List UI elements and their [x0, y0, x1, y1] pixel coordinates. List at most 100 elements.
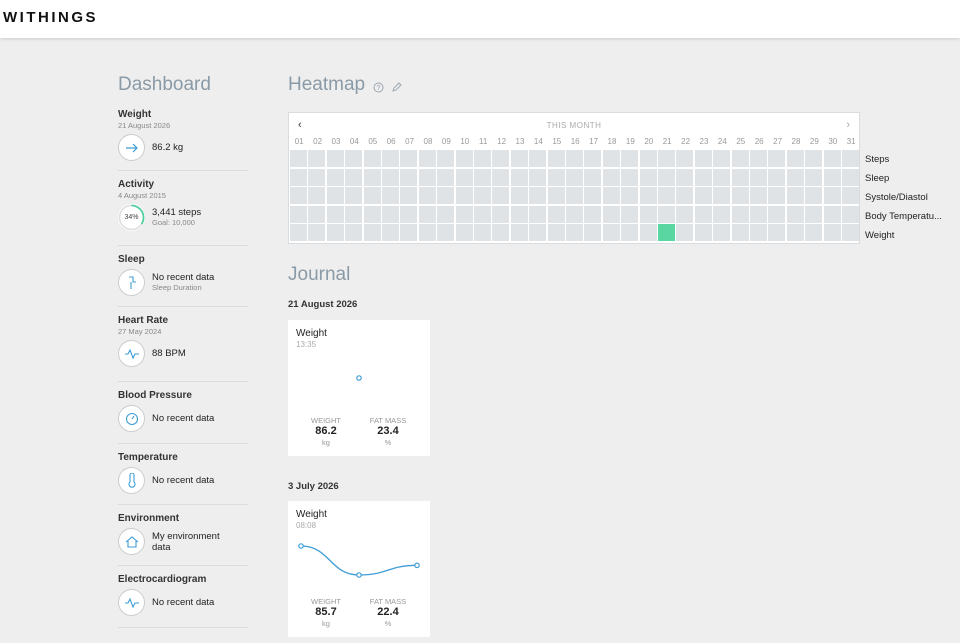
- heatmap-cell[interactable]: [363, 187, 381, 205]
- heatmap-cell[interactable]: [713, 205, 731, 223]
- heatmap-cell[interactable]: [345, 150, 363, 167]
- heatmap-cell[interactable]: [492, 224, 510, 242]
- heatmap-cell[interactable]: [492, 205, 510, 223]
- heatmap-cell[interactable]: [382, 224, 399, 242]
- heatmap-cell[interactable]: [768, 187, 786, 205]
- heatmap-cell[interactable]: [602, 187, 620, 205]
- heatmap-cell[interactable]: [345, 168, 363, 186]
- heatmap-cell[interactable]: [290, 150, 307, 167]
- heatmap-cell[interactable]: [474, 205, 491, 223]
- heatmap-cell[interactable]: [731, 205, 749, 223]
- heatmap-cell[interactable]: [510, 150, 528, 167]
- heatmap-cell[interactable]: [547, 224, 565, 242]
- heatmap-cell[interactable]: [694, 187, 712, 205]
- heatmap-cell[interactable]: [418, 224, 436, 242]
- heatmap-cell[interactable]: [658, 224, 675, 242]
- heatmap-cell[interactable]: [584, 224, 602, 242]
- heatmap-cell[interactable]: [437, 205, 455, 223]
- heatmap-cell[interactable]: [731, 168, 749, 186]
- heatmap-cell[interactable]: [639, 205, 657, 223]
- heatmap-cell[interactable]: [529, 150, 547, 167]
- heatmap-cell[interactable]: [290, 187, 307, 205]
- sidebar-item-blood-pressure[interactable]: Blood Pressure No recent data: [118, 382, 248, 444]
- heatmap-cell[interactable]: [308, 168, 326, 186]
- heatmap-cell[interactable]: [713, 150, 731, 167]
- heatmap-cell[interactable]: [566, 168, 583, 186]
- heatmap-cell[interactable]: [382, 168, 399, 186]
- heatmap-cell[interactable]: [418, 205, 436, 223]
- heatmap-cell[interactable]: [658, 150, 675, 167]
- heatmap-cell[interactable]: [308, 187, 326, 205]
- heatmap-cell[interactable]: [363, 150, 381, 167]
- heatmap-cell[interactable]: [786, 168, 804, 186]
- heatmap-cell[interactable]: [455, 224, 473, 242]
- heatmap-cell[interactable]: [658, 168, 675, 186]
- heatmap-cell[interactable]: [474, 150, 491, 167]
- sidebar-item-environment[interactable]: Environment My environment data: [118, 505, 248, 566]
- heatmap-cell[interactable]: [823, 224, 841, 242]
- heatmap-cell[interactable]: [547, 205, 565, 223]
- heatmap-cell[interactable]: [492, 168, 510, 186]
- heatmap-cell[interactable]: [676, 150, 694, 167]
- heatmap-cell[interactable]: [382, 150, 399, 167]
- heatmap-cell[interactable]: [639, 224, 657, 242]
- heatmap-cell[interactable]: [805, 168, 823, 186]
- heatmap-cell[interactable]: [842, 187, 859, 205]
- heatmap-cell[interactable]: [510, 205, 528, 223]
- heatmap-cell[interactable]: [823, 150, 841, 167]
- heatmap-cell[interactable]: [345, 187, 363, 205]
- heatmap-cell[interactable]: [842, 168, 859, 186]
- heatmap-cell[interactable]: [805, 187, 823, 205]
- heatmap-cell[interactable]: [584, 168, 602, 186]
- heatmap-cell[interactable]: [621, 187, 639, 205]
- heatmap-cell[interactable]: [602, 150, 620, 167]
- heatmap-cell[interactable]: [639, 150, 657, 167]
- heatmap-cell[interactable]: [363, 205, 381, 223]
- heatmap-cell[interactable]: [639, 168, 657, 186]
- heatmap-cell[interactable]: [308, 224, 326, 242]
- heatmap-cell[interactable]: [805, 205, 823, 223]
- heatmap-cell[interactable]: [621, 168, 639, 186]
- heatmap-cell[interactable]: [566, 150, 583, 167]
- heatmap-cell[interactable]: [345, 224, 363, 242]
- heatmap-cell[interactable]: [731, 187, 749, 205]
- heatmap-cell[interactable]: [400, 168, 418, 186]
- heatmap-cell[interactable]: [713, 187, 731, 205]
- heatmap-cell[interactable]: [694, 205, 712, 223]
- heatmap-cell[interactable]: [400, 187, 418, 205]
- heatmap-cell[interactable]: [547, 150, 565, 167]
- heatmap-cell[interactable]: [510, 224, 528, 242]
- heatmap-cell[interactable]: [566, 187, 583, 205]
- heatmap-cell[interactable]: [566, 224, 583, 242]
- heatmap-cell[interactable]: [474, 187, 491, 205]
- heatmap-cell[interactable]: [326, 187, 344, 205]
- sidebar-item-sleep[interactable]: Sleep No recent data Sleep Duration: [118, 246, 248, 307]
- heatmap-cell[interactable]: [455, 150, 473, 167]
- heatmap-cell[interactable]: [510, 168, 528, 186]
- heatmap-cell[interactable]: [584, 205, 602, 223]
- heatmap-cell[interactable]: [658, 205, 675, 223]
- sidebar-item-activity[interactable]: Activity 4 August 2015 34% 3,441 steps G…: [118, 171, 248, 246]
- heatmap-cell[interactable]: [823, 168, 841, 186]
- heatmap-cell[interactable]: [474, 168, 491, 186]
- heatmap-cell[interactable]: [529, 168, 547, 186]
- heatmap-cell[interactable]: [547, 187, 565, 205]
- heatmap-cell[interactable]: [290, 168, 307, 186]
- heatmap-cell[interactable]: [602, 224, 620, 242]
- heatmap-cell[interactable]: [529, 224, 547, 242]
- heatmap-cell[interactable]: [768, 168, 786, 186]
- heatmap-cell[interactable]: [750, 168, 767, 186]
- heatmap-cell[interactable]: [437, 187, 455, 205]
- heatmap-cell[interactable]: [842, 150, 859, 167]
- heatmap-cell[interactable]: [731, 150, 749, 167]
- heatmap-cell[interactable]: [566, 205, 583, 223]
- heatmap-cell[interactable]: [382, 187, 399, 205]
- heatmap-cell[interactable]: [326, 224, 344, 242]
- heatmap-cell[interactable]: [786, 150, 804, 167]
- heatmap-cell[interactable]: [529, 205, 547, 223]
- heatmap-cell[interactable]: [750, 205, 767, 223]
- heatmap-cell[interactable]: [326, 168, 344, 186]
- heatmap-cell[interactable]: [713, 168, 731, 186]
- heatmap-cell[interactable]: [805, 150, 823, 167]
- heatmap-cell[interactable]: [308, 150, 326, 167]
